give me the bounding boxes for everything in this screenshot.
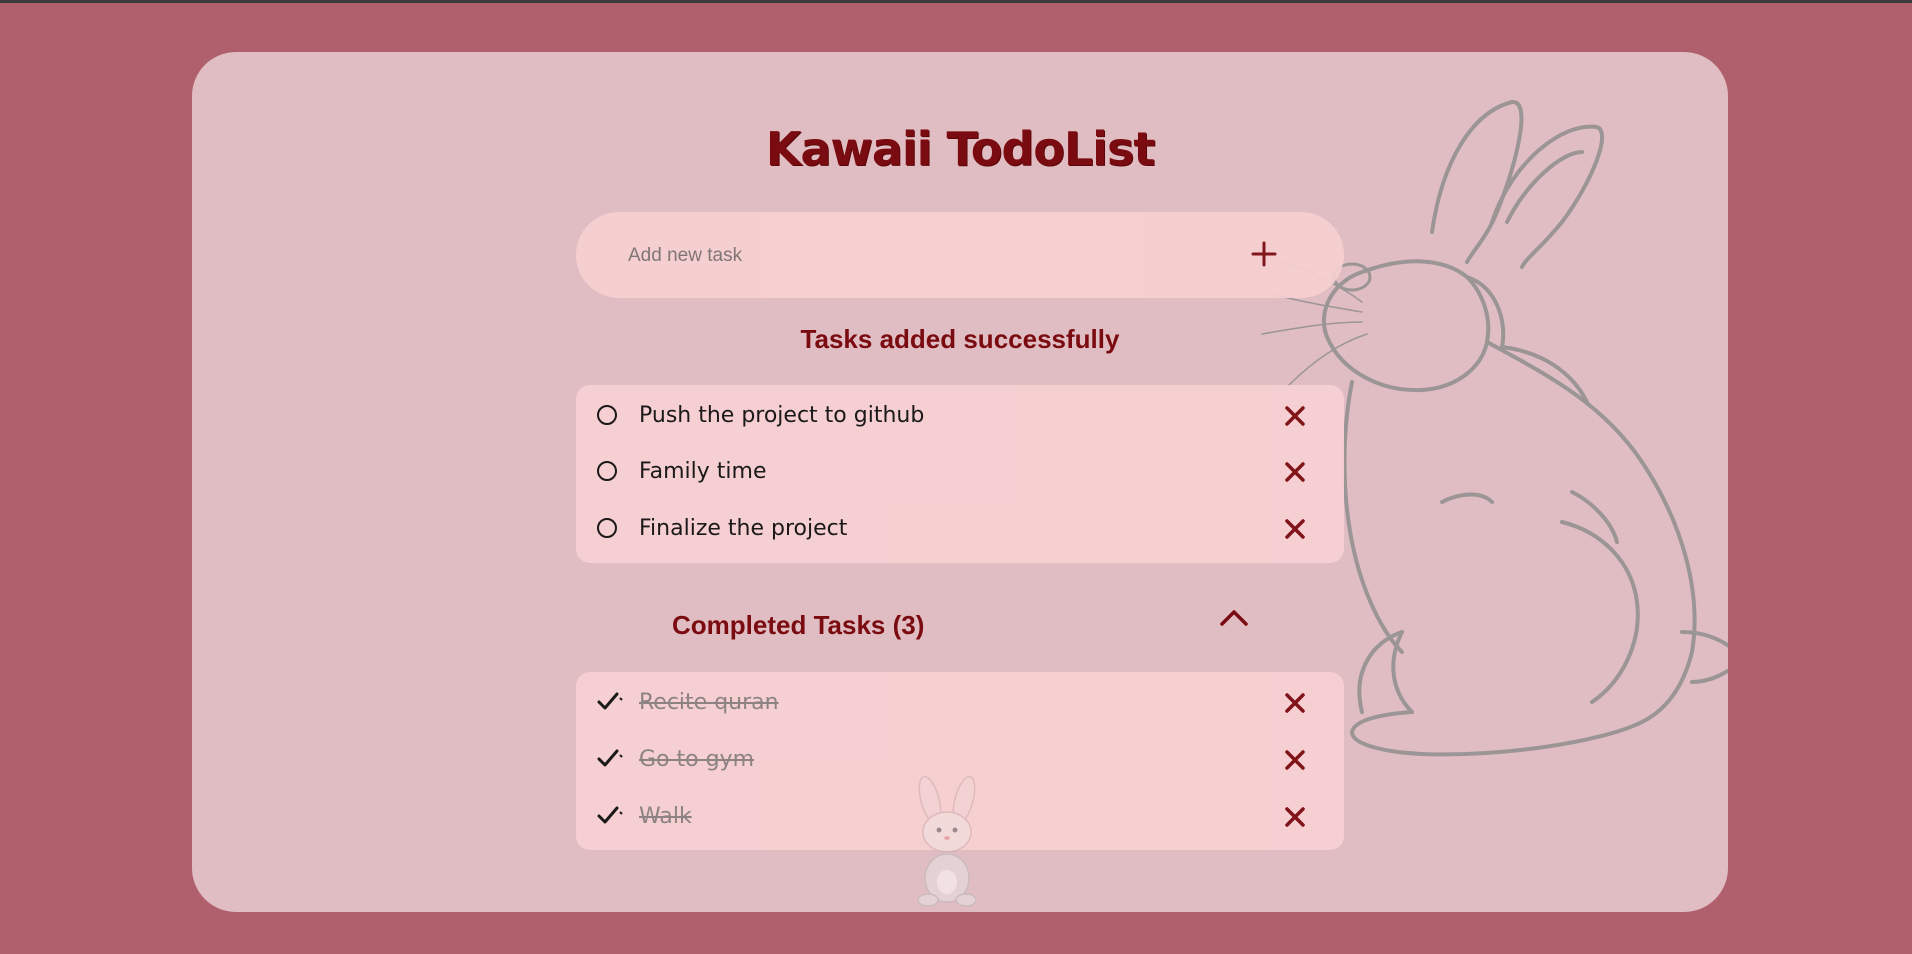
window-top-bar bbox=[0, 0, 1912, 3]
delete-x-icon[interactable] bbox=[1282, 747, 1308, 773]
delete-x-icon[interactable] bbox=[1282, 459, 1308, 485]
task-text: Push the project to github bbox=[639, 403, 925, 428]
uncheck-circle-icon[interactable] bbox=[597, 405, 617, 425]
task-text: Go to gym bbox=[639, 747, 754, 772]
mini-bunny-icon bbox=[917, 775, 977, 907]
task-row: Push the project to github bbox=[576, 395, 1344, 441]
task-text: Walk bbox=[639, 804, 692, 829]
uncheck-circle-icon[interactable] bbox=[597, 461, 617, 481]
pending-task-list: Push the project to github Family time F… bbox=[576, 385, 1344, 563]
checkmark-icon[interactable] bbox=[596, 747, 626, 771]
task-row: Recite quran bbox=[576, 682, 1344, 728]
task-input-container bbox=[576, 212, 1344, 298]
task-text: Family time bbox=[639, 459, 767, 484]
delete-x-icon[interactable] bbox=[1282, 403, 1308, 429]
status-message: Tasks added successfully bbox=[800, 324, 1120, 354]
todo-card: Kawaii TodoList Tasks added successfully… bbox=[192, 52, 1728, 912]
app-title: Kawaii TodoList bbox=[765, 122, 1156, 176]
delete-x-icon[interactable] bbox=[1282, 804, 1308, 830]
task-text: Finalize the project bbox=[639, 516, 848, 541]
task-text: Recite quran bbox=[639, 690, 779, 715]
new-task-input[interactable] bbox=[626, 236, 1190, 276]
task-row: Finalize the project bbox=[576, 508, 1344, 554]
delete-x-icon[interactable] bbox=[1282, 690, 1308, 716]
delete-x-icon[interactable] bbox=[1282, 516, 1308, 542]
add-task-button[interactable] bbox=[1242, 232, 1286, 276]
completed-tasks-header[interactable]: Completed Tasks (3) bbox=[672, 610, 924, 641]
plus-icon bbox=[1251, 241, 1277, 267]
chevron-up-icon[interactable] bbox=[1214, 600, 1254, 634]
checkmark-icon[interactable] bbox=[596, 804, 626, 828]
checkmark-icon[interactable] bbox=[596, 690, 626, 714]
uncheck-circle-icon[interactable] bbox=[597, 518, 617, 538]
task-row: Family time bbox=[576, 451, 1344, 497]
